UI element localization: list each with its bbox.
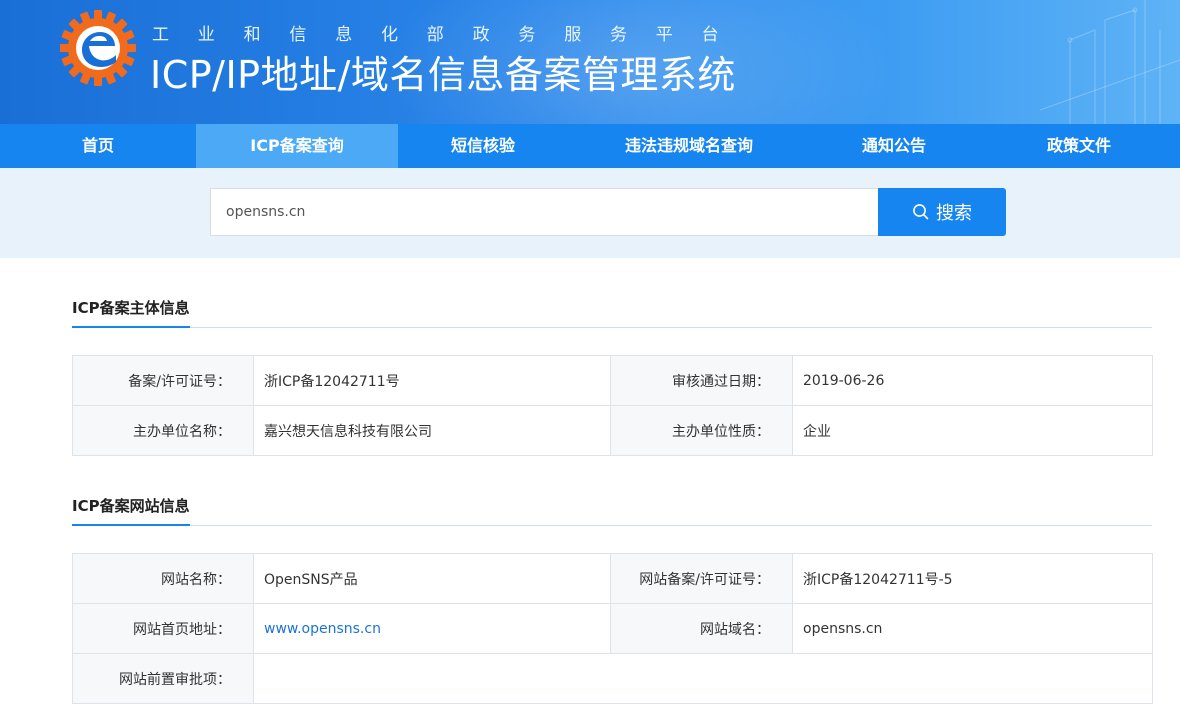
search-icon <box>913 204 929 220</box>
search-button[interactable]: 搜索 <box>878 188 1006 236</box>
main-nav: 首页 ICP备案查询 短信核验 违法违规域名查询 通知公告 政策文件 <box>0 124 1180 168</box>
subject-info-table: 备案/许可证号： 浙ICP备12042711号 审核通过日期： 2019-06-… <box>72 355 1153 456</box>
domain-value: opensns.cn <box>792 603 1153 654</box>
nav-item-notices[interactable]: 通知公告 <box>810 124 978 168</box>
table-row: 主办单位名称： 嘉兴想天信息科技有限公司 主办单位性质： 企业 <box>72 405 1153 456</box>
org-type-value: 企业 <box>792 405 1153 456</box>
website-section-title: ICP备案网站信息 <box>72 495 190 526</box>
site-license-label: 网站备案/许可证号： <box>610 553 793 604</box>
license-value: 浙ICP备12042711号 <box>253 355 611 406</box>
nav-item-policy[interactable]: 政策文件 <box>978 124 1180 168</box>
nav-item-icp-query[interactable]: ICP备案查询 <box>196 124 398 168</box>
search-button-label: 搜索 <box>936 203 972 224</box>
subject-section-title: ICP备案主体信息 <box>72 297 190 328</box>
table-row: 网站首页地址： www.opensns.cn 网站域名： opensns.cn <box>72 603 1153 654</box>
table-row: 备案/许可证号： 浙ICP备12042711号 审核通过日期： 2019-06-… <box>72 355 1153 406</box>
site-name-label: 网站名称： <box>72 553 254 604</box>
subject-section-header: ICP备案主体信息 <box>72 292 1152 328</box>
nav-item-home[interactable]: 首页 <box>0 124 196 168</box>
table-row: 网站名称： OpenSNS产品 网站备案/许可证号： 浙ICP备12042711… <box>72 553 1153 604</box>
banner-decoration <box>1039 0 1180 124</box>
header-banner: 工业和信息化部政务服务平台 ICP/IP地址/域名信息备案管理系统 <box>0 0 1180 124</box>
website-info-table: 网站名称： OpenSNS产品 网站备案/许可证号： 浙ICP备12042711… <box>72 553 1153 704</box>
homepage-link[interactable]: www.opensns.cn <box>253 603 611 654</box>
site-title: ICP/IP地址/域名信息备案管理系统 <box>150 53 736 97</box>
site-name-value: OpenSNS产品 <box>253 553 611 604</box>
license-label: 备案/许可证号： <box>72 355 254 406</box>
site-license-value: 浙ICP备12042711号-5 <box>792 553 1153 604</box>
search-input[interactable] <box>210 188 878 236</box>
table-row: 网站前置审批项： <box>72 653 1153 704</box>
preapproval-value <box>253 653 1153 704</box>
org-name-value: 嘉兴想天信息科技有限公司 <box>253 405 611 456</box>
nav-item-sms-verify[interactable]: 短信核验 <box>398 124 568 168</box>
site-subtitle: 工业和信息化部政务服务平台 <box>152 25 748 45</box>
org-type-label: 主办单位性质： <box>610 405 793 456</box>
miit-logo-icon <box>60 10 136 86</box>
org-name-label: 主办单位名称： <box>72 405 254 456</box>
homepage-label: 网站首页地址： <box>72 603 254 654</box>
domain-label: 网站域名： <box>610 603 793 654</box>
website-section-header: ICP备案网站信息 <box>72 490 1152 526</box>
approve-date-value: 2019-06-26 <box>792 355 1153 406</box>
search-area: 搜索 <box>0 168 1180 258</box>
approve-date-label: 审核通过日期： <box>610 355 793 406</box>
nav-item-illegal-domain[interactable]: 违法违规域名查询 <box>568 124 810 168</box>
preapproval-label: 网站前置审批项： <box>72 653 254 704</box>
